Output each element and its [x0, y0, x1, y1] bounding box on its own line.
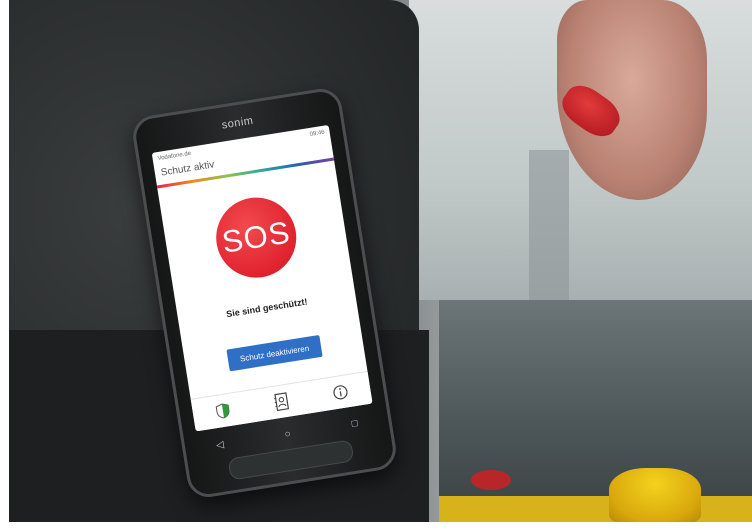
- tab-shield[interactable]: [206, 397, 239, 425]
- status-time: 09:46: [309, 129, 326, 138]
- contacts-icon: [274, 392, 290, 412]
- back-icon[interactable]: ◁: [215, 439, 224, 451]
- tab-info[interactable]: [324, 378, 357, 406]
- tab-contacts[interactable]: [265, 387, 298, 415]
- background-shelf: [529, 150, 569, 300]
- home-icon[interactable]: ○: [284, 428, 292, 440]
- info-icon: [333, 385, 348, 400]
- red-lamp: [471, 470, 511, 490]
- photo-background: sonim Vodafone.de 09:46 Schutz aktiv SOS…: [9, 0, 752, 522]
- phone-screen: Vodafone.de 09:46 Schutz aktiv SOS Sie s…: [151, 124, 373, 432]
- deactivate-button[interactable]: Schutz deaktivieren: [226, 334, 323, 372]
- recents-icon[interactable]: □: [351, 418, 359, 430]
- yellow-dome: [609, 468, 701, 522]
- yellow-machine-base: [439, 496, 752, 522]
- shield-icon: [215, 403, 230, 419]
- status-message: Sie sind geschützt!: [225, 296, 309, 320]
- sos-button[interactable]: SOS: [210, 191, 302, 284]
